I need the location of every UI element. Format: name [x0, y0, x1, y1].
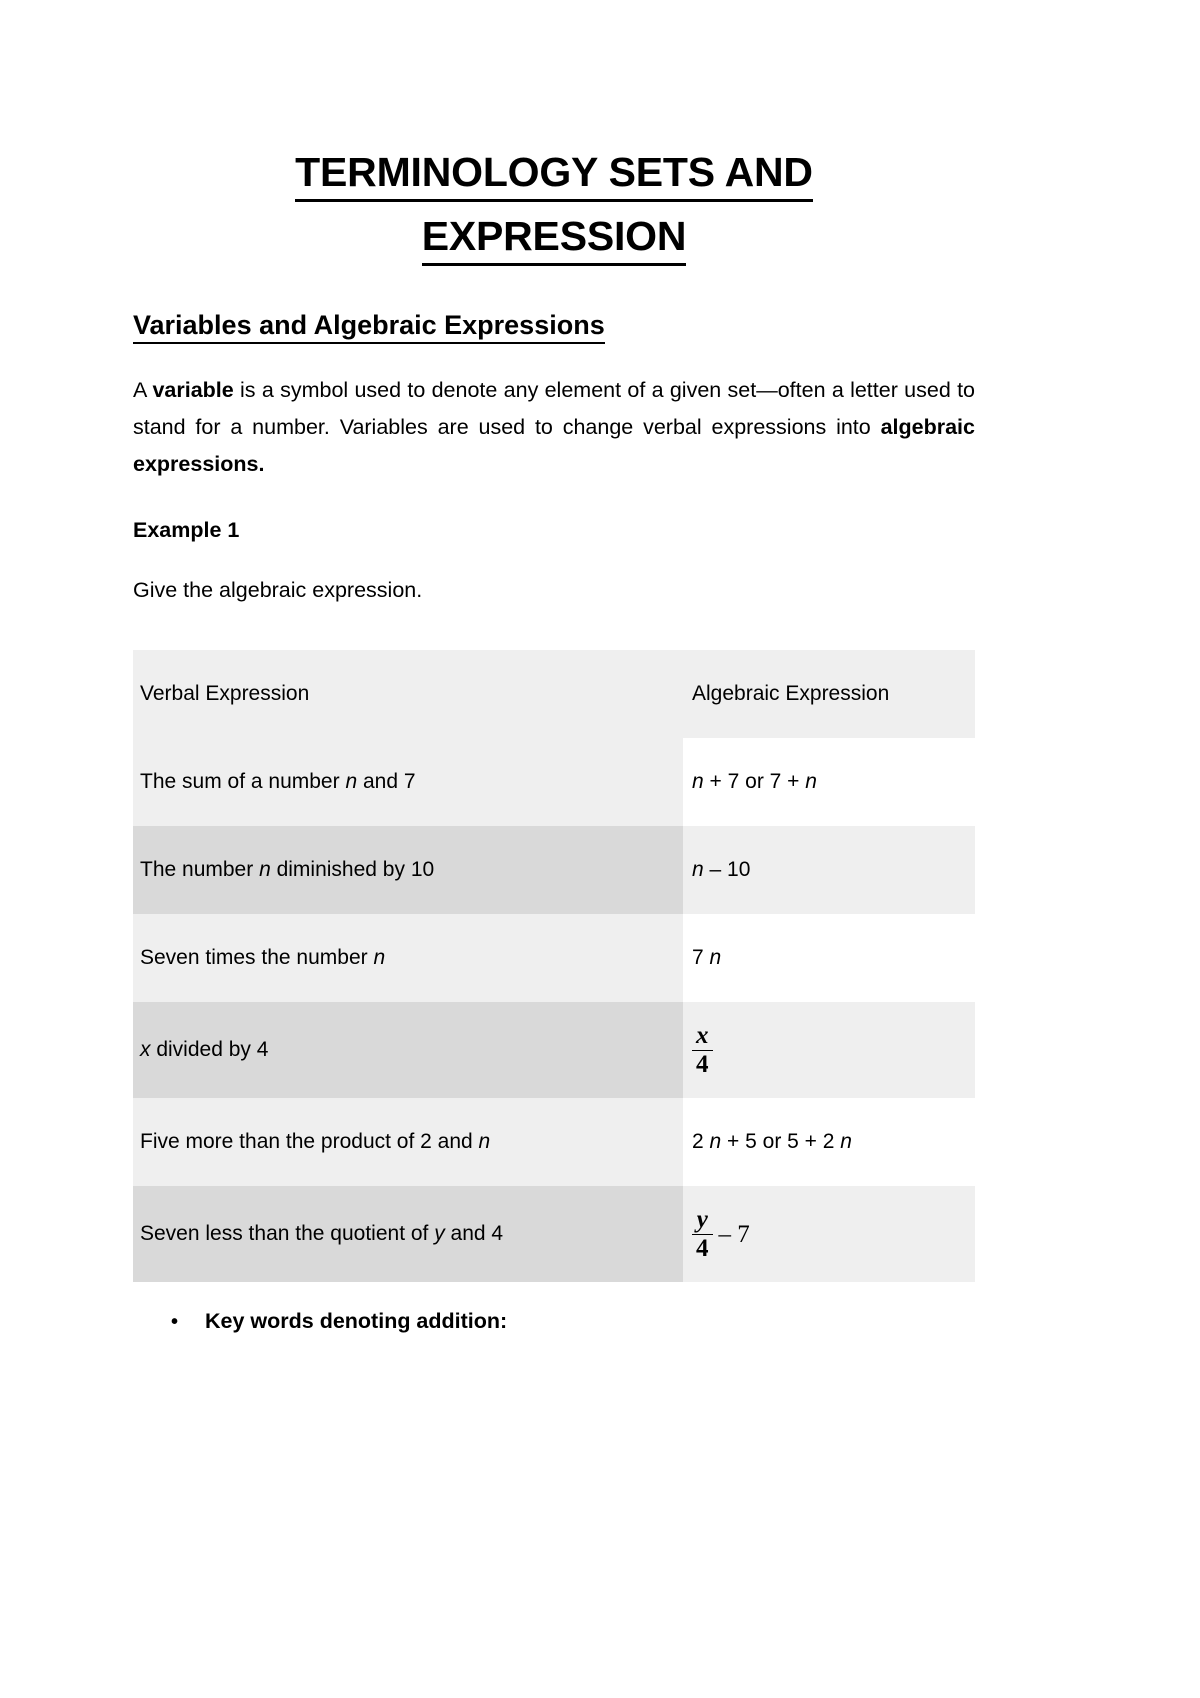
table-cell-algebraic: x 4: [683, 1001, 975, 1098]
algebraic-prefix: 2: [692, 1129, 710, 1153]
table-cell-verbal: The number n diminished by 10: [133, 825, 683, 914]
algebraic-variable-2: n: [840, 1129, 852, 1153]
page-content: TERMINOLOGY SETS AND EXPRESSION Variable…: [133, 0, 975, 1334]
bullet-icon: •: [171, 1310, 179, 1333]
algebraic-prefix: 7: [692, 945, 710, 969]
algebraic-variable-1: n: [692, 857, 704, 881]
table-row: Seven less than the quotient of y and 4 …: [133, 1185, 975, 1282]
verbal-text-tail: and 7: [357, 769, 416, 793]
fraction-numerator: x: [696, 1022, 709, 1050]
list-item: • Key words denoting addition:: [133, 1282, 975, 1334]
algebraic-variable-1: n: [709, 1129, 722, 1153]
table-cell-algebraic: 2 n + 5 or 5 + 2 n: [683, 1097, 975, 1186]
table-cell-verbal: Seven less than the quotient of y and 4: [133, 1185, 683, 1282]
section-heading: Variables and Algebraic Expressions: [133, 266, 975, 344]
verbal-variable: n: [373, 945, 386, 969]
table-row: x divided by 4 x 4: [133, 1001, 975, 1098]
expressions-table: Verbal Expression Algebraic Expression T…: [133, 649, 975, 1282]
verbal-variable: x: [140, 1037, 151, 1061]
table-header-row: Verbal Expression Algebraic Expression: [133, 649, 975, 738]
algebraic-middle: – 10: [703, 857, 751, 881]
intro-paragraph: A variable is a symbol used to denote an…: [133, 344, 975, 484]
table-row: The number n diminished by 10 n – 10: [133, 825, 975, 914]
verbal-text: The sum of a number: [140, 769, 346, 793]
page-title-line-2: EXPRESSION: [421, 210, 686, 267]
table-cell-algebraic: 7 n: [683, 913, 975, 1002]
table-header-verbal: Verbal Expression: [133, 649, 683, 738]
verbal-variable: n: [478, 1129, 491, 1153]
algebraic-variable-1: n: [692, 769, 704, 793]
table-cell-verbal: x divided by 4: [133, 1001, 683, 1098]
algebraic-middle: + 7 or 7 +: [703, 769, 806, 793]
verbal-text: The number: [140, 857, 260, 881]
verbal-text-tail: divided by 4: [150, 1037, 269, 1061]
table-cell-algebraic: y 4 – 7: [683, 1185, 975, 1282]
fraction-tail: – 7: [718, 1220, 750, 1248]
table-cell-verbal: The sum of a number n and 7: [133, 737, 683, 826]
verbal-text: Seven less than the quotient of: [140, 1221, 435, 1245]
fraction-expression: y 4 – 7: [692, 1207, 750, 1261]
instruction-text: Give the algebraic expression.: [133, 578, 423, 603]
algebraic-middle: + 5 or 5 + 2: [721, 1129, 841, 1153]
document-page: TERMINOLOGY SETS AND EXPRESSION Variable…: [0, 0, 1200, 1698]
verbal-variable: n: [259, 857, 271, 881]
section-heading-text: Variables and Algebraic Expressions: [133, 309, 605, 344]
verbal-text-tail: diminished by 10: [270, 857, 435, 881]
table-cell-verbal: Five more than the product of 2 and n: [133, 1097, 683, 1186]
fraction: y 4: [692, 1207, 713, 1261]
fraction: x 4: [692, 1023, 713, 1077]
page-title: TERMINOLOGY SETS AND EXPRESSION: [133, 0, 975, 267]
example-label: Example 1: [133, 517, 240, 542]
verbal-text-tail: and 4: [444, 1221, 504, 1245]
fraction-denominator: 4: [692, 1233, 713, 1262]
verbal-variable: y: [434, 1221, 445, 1245]
paragraph-bold-variable: variable: [152, 377, 234, 402]
table-row: Seven times the number n 7 n: [133, 913, 975, 1002]
page-title-line-1: TERMINOLOGY SETS AND: [295, 146, 813, 203]
paragraph-part-2: is a symbol used to denote any element o…: [133, 377, 975, 439]
table-row: The sum of a number n and 7 n + 7 or 7 +…: [133, 737, 975, 826]
bullet-item-label: Key words denoting addition:: [205, 1308, 508, 1333]
verbal-text: Five more than the product of 2 and: [140, 1129, 479, 1153]
table-row: Five more than the product of 2 and n 2 …: [133, 1097, 975, 1186]
verbal-text: Seven times the number: [140, 945, 374, 969]
table-cell-algebraic: n + 7 or 7 + n: [683, 737, 975, 826]
fraction-numerator: y: [696, 1206, 708, 1234]
fraction-denominator: 4: [692, 1049, 713, 1078]
fraction-expression: x 4: [692, 1023, 719, 1077]
table-header-algebraic: Algebraic Expression: [683, 649, 975, 738]
algebraic-variable-1: n: [709, 945, 722, 969]
table-cell-verbal: Seven times the number n: [133, 913, 683, 1002]
verbal-variable: n: [345, 769, 358, 793]
paragraph-part-1: A: [133, 377, 153, 402]
algebraic-variable-2: n: [805, 769, 817, 793]
table-cell-algebraic: n – 10: [683, 825, 975, 914]
